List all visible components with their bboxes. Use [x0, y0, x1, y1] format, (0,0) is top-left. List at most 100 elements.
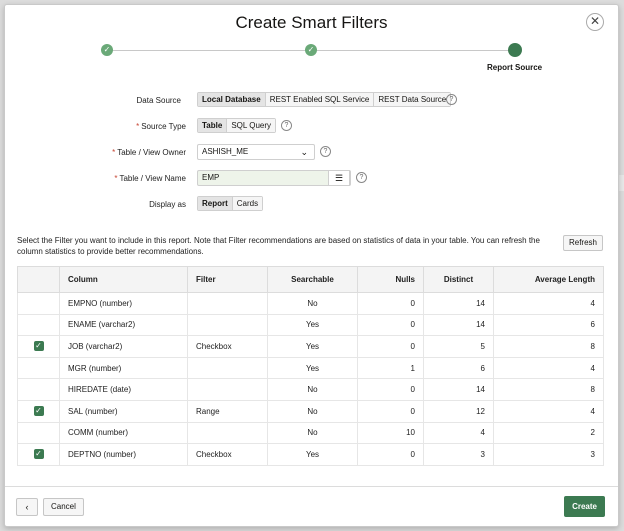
- table-row: ✓ DEPTNO (number) Checkbox Yes 0 3 3: [17, 443, 604, 466]
- required-marker: *: [114, 174, 118, 183]
- chevron-down-icon: ⌄: [300, 147, 308, 157]
- cell-filter: [187, 356, 268, 380]
- display-as-option-report[interactable]: Report: [198, 197, 233, 210]
- cell-searchable: Yes: [267, 443, 358, 466]
- refresh-button[interactable]: Refresh: [562, 235, 603, 251]
- create-smart-filters-dialog: Create Smart Filters ✕ ✓ ✓ Report Source…: [4, 4, 619, 527]
- data-source-option-local[interactable]: Local Database: [198, 93, 266, 106]
- cell-nulls: 0: [357, 292, 424, 315]
- checkbox-unchecked[interactable]: [34, 298, 44, 308]
- row-checkbox: [17, 421, 60, 445]
- cell-average-length: 4: [493, 399, 604, 423]
- cell-distinct: 5: [423, 335, 494, 358]
- cell-column: HIREDATE (date): [59, 378, 188, 401]
- cell-average-length: 8: [493, 378, 604, 401]
- back-button[interactable]: ‹: [16, 498, 38, 516]
- source-type-label: * Source Type: [136, 122, 186, 131]
- wizard-step-label: Report Source: [487, 63, 543, 72]
- cell-distinct: 6: [423, 356, 494, 380]
- header-column: Column: [59, 266, 188, 293]
- checkbox-unchecked[interactable]: [34, 320, 44, 330]
- cell-average-length: 4: [493, 356, 604, 380]
- help-icon[interactable]: ?: [320, 146, 331, 157]
- cancel-button[interactable]: Cancel: [43, 498, 84, 516]
- checkbox-unchecked[interactable]: [34, 428, 44, 438]
- description-text: Select the Filter you want to include in…: [17, 236, 540, 256]
- cell-distinct: 4: [423, 421, 494, 445]
- cell-searchable: Yes: [267, 313, 358, 337]
- header-distinct: Distinct: [423, 266, 494, 293]
- table-name-input[interactable]: EMP ☰: [197, 170, 351, 186]
- cell-nulls: 10: [357, 421, 424, 445]
- cell-distinct: 12: [423, 399, 494, 423]
- checkbox-checked[interactable]: ✓: [33, 406, 44, 417]
- table-row: MGR (number) Yes 1 6 4: [17, 356, 604, 380]
- cell-filter: Checkbox: [187, 335, 268, 358]
- cell-searchable: No: [267, 399, 358, 423]
- table-name-row: * Table / View Name EMP ☰ ?: [5, 170, 620, 186]
- row-checkbox: [17, 378, 60, 401]
- source-type-selector: Table SQL Query: [197, 118, 277, 133]
- row-checkbox: [17, 292, 60, 315]
- source-type-option-table[interactable]: Table: [198, 119, 228, 132]
- create-button[interactable]: Create: [564, 496, 605, 517]
- cell-average-length: 8: [493, 335, 604, 358]
- data-source-option-rest-sql[interactable]: REST Enabled SQL Service: [265, 93, 375, 106]
- checkbox-checked[interactable]: ✓: [33, 449, 44, 460]
- display-as-label: Display as: [149, 200, 186, 209]
- cell-distinct: 14: [423, 313, 494, 337]
- cell-filter: [187, 313, 268, 337]
- cell-nulls: 0: [357, 313, 424, 337]
- owner-label: * Table / View Owner: [112, 148, 186, 157]
- owner-select[interactable]: ASHISH_ME ⌄: [197, 144, 315, 160]
- cell-nulls: 0: [357, 399, 424, 423]
- cell-distinct: 14: [423, 378, 494, 401]
- row-checkbox: ✓: [17, 335, 60, 358]
- cell-searchable: No: [267, 378, 358, 401]
- list-icon[interactable]: ☰: [328, 170, 350, 186]
- cell-nulls: 0: [357, 335, 424, 358]
- table-name-value: EMP: [202, 173, 220, 182]
- data-source-option-rest-data[interactable]: REST Data Source: [374, 93, 451, 106]
- table-name-label: * Table / View Name: [114, 174, 186, 183]
- data-source-row: Data Source Local Database REST Enabled …: [5, 92, 620, 108]
- table-row: COMM (number) No 10 4 2: [17, 421, 604, 445]
- required-marker: *: [112, 148, 116, 157]
- header-filter: Filter: [187, 266, 268, 293]
- row-checkbox: [17, 313, 60, 337]
- display-as-option-cards[interactable]: Cards: [232, 197, 263, 210]
- data-source-selector: Local Database REST Enabled SQL Service …: [197, 92, 452, 107]
- dialog-footer: ‹ Cancel Create: [5, 486, 618, 526]
- table-row: EMPNO (number) No 0 14 4: [17, 292, 604, 315]
- cell-searchable: Yes: [267, 356, 358, 380]
- checkbox-checked[interactable]: ✓: [33, 341, 44, 352]
- cell-distinct: 3: [423, 443, 494, 466]
- cell-filter: Range: [187, 399, 268, 423]
- display-as-row: Display as Report Cards: [5, 196, 620, 212]
- header-nulls: Nulls: [357, 266, 424, 293]
- cell-column: ENAME (varchar2): [59, 313, 188, 337]
- owner-row: * Table / View Owner ASHISH_ME ⌄ ?: [5, 144, 620, 160]
- cell-filter: Checkbox: [187, 443, 268, 466]
- cell-searchable: No: [267, 292, 358, 315]
- cell-nulls: 1: [357, 356, 424, 380]
- source-type-row: * Source Type Table SQL Query ?: [5, 118, 620, 134]
- wizard-progress: ✓ ✓ Report Source: [5, 43, 618, 77]
- wizard-connector: [315, 50, 515, 51]
- cell-filter: [187, 421, 268, 445]
- cell-nulls: 0: [357, 443, 424, 466]
- dialog-title: Create Smart Filters: [235, 13, 388, 32]
- owner-value: ASHISH_ME: [202, 147, 249, 156]
- wizard-connector: [111, 50, 311, 51]
- help-icon[interactable]: ?: [281, 120, 292, 131]
- checkbox-unchecked[interactable]: [34, 363, 44, 373]
- header-searchable: Searchable: [267, 266, 358, 293]
- close-icon[interactable]: ✕: [586, 13, 604, 31]
- help-icon[interactable]: ?: [356, 172, 367, 183]
- cell-column: EMPNO (number): [59, 292, 188, 315]
- help-icon[interactable]: ?: [446, 94, 457, 105]
- cell-average-length: 4: [493, 292, 604, 315]
- cell-filter: [187, 292, 268, 315]
- checkbox-unchecked[interactable]: [34, 385, 44, 395]
- source-type-option-sql-query[interactable]: SQL Query: [227, 119, 276, 132]
